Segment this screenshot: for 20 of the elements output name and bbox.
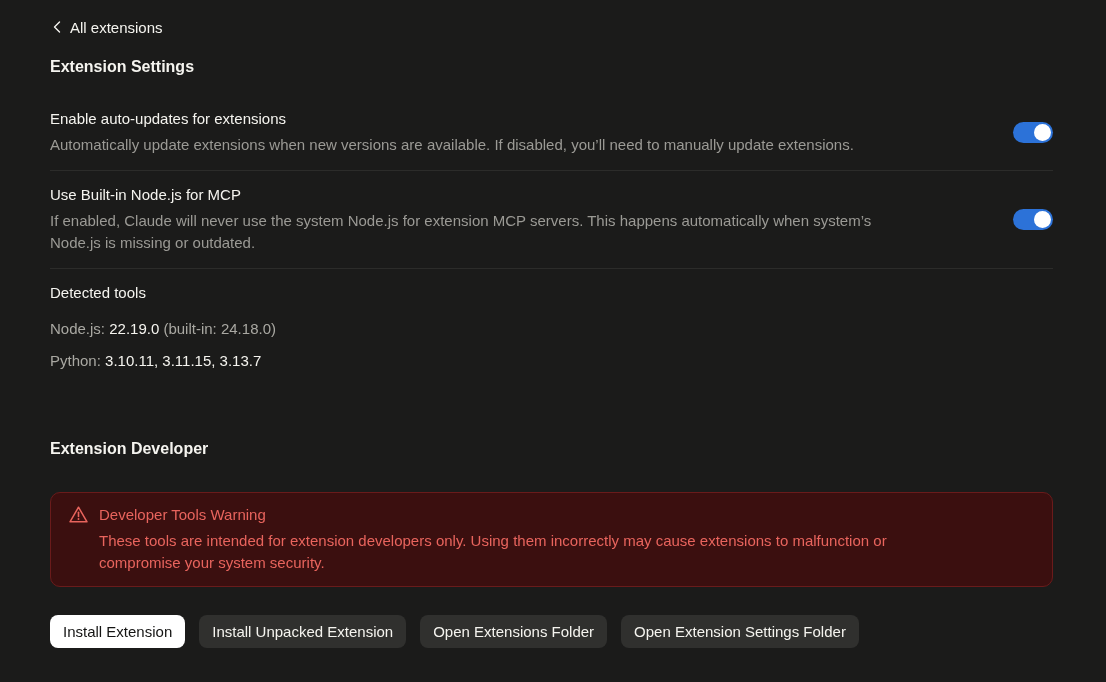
chevron-left-icon bbox=[53, 21, 61, 33]
section-heading: Extension Settings bbox=[50, 57, 196, 77]
setting-description: If enabled, Claude will never use the system Node.js for extension MCP servers. This happens automatically when system’s Node.js is missing or outdated. bbox=[50, 211, 873, 253]
detected-tool-text: Node.js: 22.19.0 (built-in: 24.18.0) bbox=[50, 319, 277, 339]
back-link[interactable]: All extensions bbox=[50, 14, 163, 40]
toggle-switch[interactable] bbox=[1013, 121, 1053, 143]
setting-description: Automatically update extensions when new versions are available. If disabled, you’ll need to manually update extensions. bbox=[50, 135, 855, 155]
action-button[interactable]: Install Unpacked Extension bbox=[199, 615, 407, 648]
section-heading: Extension Developer bbox=[50, 439, 210, 459]
setting-title: Use Built-in Node.js for MCP bbox=[50, 185, 242, 205]
warning-message: These tools are intended for extension developers only. Using them incorrectly may cause extensions to malfunction or compromise your system security. bbox=[99, 531, 888, 573]
subsection-heading: Detected tools bbox=[50, 283, 147, 303]
action-button[interactable]: Install Extension bbox=[50, 615, 186, 648]
detected-tool-text: Python: 3.10.11, 3.11.15, 3.13.7 bbox=[50, 351, 263, 371]
action-button[interactable]: Open Extensions Folder bbox=[420, 615, 608, 648]
setting-title: Enable auto-updates for extensions bbox=[50, 109, 287, 129]
warning-icon bbox=[69, 506, 88, 523]
action-button[interactable]: Open Extension Settings Folder bbox=[621, 615, 859, 648]
toggle-switch[interactable] bbox=[1013, 208, 1053, 230]
warning-title: Developer Tools Warning bbox=[99, 505, 267, 525]
